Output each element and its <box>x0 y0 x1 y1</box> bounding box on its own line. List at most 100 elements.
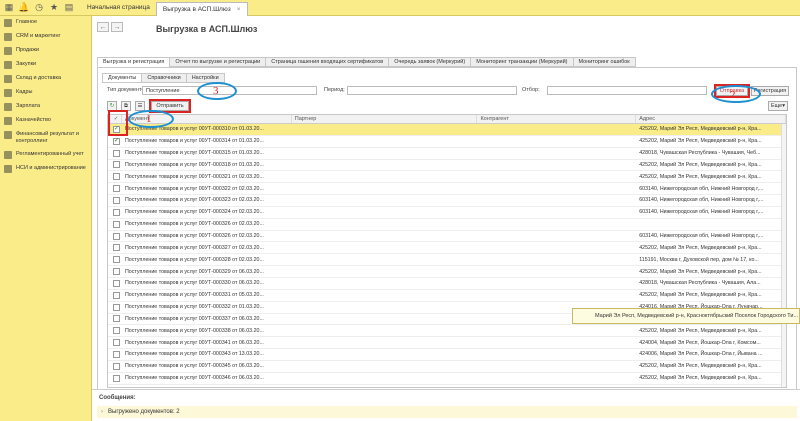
row-checkbox[interactable] <box>112 256 120 264</box>
table-row[interactable]: Поступление товаров и услуг 00УТ-000324 … <box>108 207 786 219</box>
row-checkbox[interactable] <box>112 268 120 276</box>
cell-address: 425202, Марий Эл Респ, Медведевский р-н,… <box>639 363 762 370</box>
row-checkbox[interactable] <box>112 220 120 228</box>
close-icon[interactable]: × <box>237 6 241 13</box>
row-checkbox[interactable] <box>112 149 120 157</box>
tab-active[interactable]: Выгрузка в АСП.Шлюз × <box>155 1 248 16</box>
table-row[interactable]: Поступление товаров и услуг 00УТ-000327 … <box>108 242 786 255</box>
row-checkbox[interactable] <box>112 350 120 358</box>
sidebar-item-2[interactable]: Продажи <box>0 44 91 58</box>
cell-document[interactable]: Поступление товаров и услуг 00УТ-000341 … <box>122 337 292 348</box>
sidebar-item-6[interactable]: Зарплата <box>0 100 91 114</box>
app-icon[interactable]: ▤ <box>63 2 75 14</box>
star-icon[interactable]: ★ <box>48 2 60 14</box>
sidebar-item-0[interactable]: Главное <box>0 16 91 30</box>
sidebar-item-5[interactable]: Кадры <box>0 86 91 100</box>
table-row[interactable]: Поступление товаров и услуг 00УТ-000329 … <box>108 266 786 278</box>
sidebar-item-1[interactable]: CRM и маркетинг <box>0 30 91 44</box>
table-row[interactable]: Поступление товаров и услуг 00УТ-000341 … <box>108 337 786 350</box>
row-checkbox[interactable] <box>112 161 120 169</box>
table-row[interactable]: Поступление товаров и услуг 00УТ-000321 … <box>108 171 786 184</box>
row-checkbox[interactable] <box>112 374 120 382</box>
tab-2[interactable]: Страница гашения входящих сертификатов <box>265 57 390 67</box>
table-row[interactable]: Поступление товаров и услуг 00УТ-000326 … <box>108 231 786 243</box>
tab-home[interactable]: Начальная страница <box>81 1 156 15</box>
sidebar-item-8[interactable]: Финансовый результат и контроллинг <box>0 128 91 148</box>
tab-4[interactable]: Мониторинг транзакции (Меркурий) <box>470 57 574 67</box>
table-row[interactable]: Поступление товаров и услуг 00УТ-000322 … <box>108 183 786 196</box>
table-row[interactable]: Поступление товаров и услуг 00УТ-000346 … <box>108 373 786 385</box>
row-checkbox[interactable] <box>112 339 120 347</box>
tab-5[interactable]: Мониторинг ошибок <box>572 57 636 67</box>
selection-field[interactable] <box>547 86 707 95</box>
table-row[interactable]: Поступление товаров и услуг 00УТ-000338 … <box>108 325 786 338</box>
table-row[interactable]: Поступление товаров и услуг 00УТ-000330 … <box>108 278 786 290</box>
grid-icon[interactable]: ▦ <box>3 2 15 14</box>
row-checkbox[interactable] <box>112 291 120 299</box>
tab-0[interactable]: Выгрузка и регистрация <box>97 57 171 67</box>
cell-document[interactable]: Поступление товаров и услуг 00УТ-000326 … <box>122 231 292 242</box>
table-row[interactable]: Поступление товаров и услуг 00УТ-000328 … <box>108 254 786 267</box>
table-row[interactable]: Поступление товаров и услуг 00УТ-000345 … <box>108 361 786 373</box>
cell-document[interactable]: Поступление товаров и услуг 00УТ-000315 … <box>122 148 292 159</box>
row-checkbox[interactable] <box>112 173 120 181</box>
sidebar-item-4[interactable]: Склад и доставка <box>0 72 91 86</box>
col-counterparty[interactable]: Контрагент <box>477 115 637 123</box>
cell-document[interactable]: Поступление товаров и услуг 00УТ-000328 … <box>122 254 292 265</box>
cell-document[interactable]: Поступление товаров и услуг 00УТ-000321 … <box>122 171 292 182</box>
row-checkbox[interactable] <box>112 196 120 204</box>
scrollbar[interactable] <box>781 124 786 387</box>
cell-document[interactable]: Поступление товаров и услуг 00УТ-000329 … <box>122 266 292 277</box>
row-checkbox[interactable] <box>112 327 120 335</box>
cell-document[interactable]: Поступление товаров и услуг 00УТ-000323 … <box>122 195 292 206</box>
row-checkbox[interactable] <box>112 315 120 323</box>
sidebar-item-3[interactable]: Закупки <box>0 58 91 72</box>
row-checkbox[interactable] <box>112 362 120 370</box>
subtab-0[interactable]: Документы <box>102 73 143 83</box>
cell-document[interactable]: Поступление товаров и услуг 00УТ-000322 … <box>122 183 292 194</box>
cell-document[interactable]: Поступление товаров и услуг 00УТ-000330 … <box>122 278 292 289</box>
cell-document[interactable]: Поступление товаров и услуг 00УТ-000343 … <box>122 349 292 360</box>
sidebar-item-7[interactable]: Казначейство <box>0 114 91 128</box>
cell-document[interactable]: Поступление товаров и услуг 00УТ-000345 … <box>122 361 292 372</box>
cell-document[interactable]: Поступление товаров и услуг 00УТ-000337 … <box>122 314 292 325</box>
sidebar-item-10[interactable]: НСИ и администрирование <box>0 162 91 176</box>
row-checkbox[interactable] <box>112 279 120 287</box>
cell-document[interactable]: Поступление товаров и услуг 00УТ-000327 … <box>122 242 292 253</box>
row-checkbox[interactable] <box>112 303 120 311</box>
back-button[interactable]: ← <box>97 22 109 32</box>
period-field[interactable] <box>347 86 517 95</box>
table-row[interactable]: Поступление товаров и услуг 00УТ-000315 … <box>108 148 786 160</box>
subtab-1[interactable]: Справочники <box>141 73 187 83</box>
table-row[interactable]: Поступление товаров и услуг 00УТ-000318 … <box>108 160 786 172</box>
forward-button[interactable]: → <box>111 22 123 32</box>
tab-1[interactable]: Отчет по выгрузке и регистрации <box>169 57 267 67</box>
row-checkbox[interactable] <box>112 208 120 216</box>
cell-document[interactable]: Поступление товаров и услуг 00УТ-000318 … <box>122 160 292 171</box>
table-row[interactable]: Поступление товаров и услуг 00УТ-000331 … <box>108 290 786 302</box>
cell-document[interactable]: Поступление товаров и услуг 00УТ-000314 … <box>122 136 292 147</box>
row-checkbox[interactable] <box>112 185 120 193</box>
cell-document[interactable]: Поступление товаров и услуг 00УТ-000324 … <box>122 207 292 218</box>
tab-3[interactable]: Очередь заявок (Меркурий) <box>388 57 472 67</box>
col-address[interactable]: Адрес <box>636 115 786 123</box>
more-button[interactable]: Еще ▾ <box>768 101 788 111</box>
table-row[interactable]: Поступление товаров и услуг 00УТ-000326 … <box>108 219 786 231</box>
sidebar-item-9[interactable]: Регламентированный учет <box>0 148 91 162</box>
row-checkbox[interactable]: ✓ <box>112 137 120 145</box>
history-icon[interactable]: ◷ <box>33 2 45 14</box>
table-row[interactable]: Поступление товаров и услуг 00УТ-000323 … <box>108 195 786 207</box>
cell-document[interactable]: Поступление товаров и услуг 00УТ-000338 … <box>122 325 292 336</box>
cell-counterparty <box>477 266 636 277</box>
cell-document[interactable]: Поступление товаров и услуг 00УТ-000332 … <box>122 302 292 313</box>
col-partner[interactable]: Партнер <box>292 115 478 123</box>
table-row[interactable]: ✓ Поступление товаров и услуг 00УТ-000314… <box>108 136 786 148</box>
row-checkbox[interactable] <box>112 244 120 252</box>
cell-document[interactable]: Поступление товаров и услуг 00УТ-000346 … <box>122 373 292 384</box>
table-row[interactable]: ✓ Поступление товаров и услуг 00УТ-000310… <box>108 124 786 136</box>
row-checkbox[interactable] <box>112 232 120 240</box>
cell-document[interactable]: Поступление товаров и услуг 00УТ-000326 … <box>122 219 292 230</box>
table-row[interactable]: Поступление товаров и услуг 00УТ-000343 … <box>108 349 786 361</box>
cell-document[interactable]: Поступление товаров и услуг 00УТ-000331 … <box>122 290 292 301</box>
bell-icon[interactable]: 🔔 <box>18 2 30 14</box>
